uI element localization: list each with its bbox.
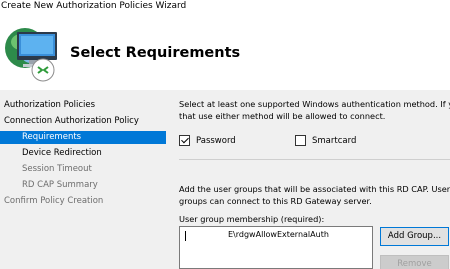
sidebar-item-rd-cap-summary: RD CAP Summary xyxy=(22,180,98,190)
add-group-button[interactable]: Add Group... xyxy=(380,227,449,246)
password-label: Password xyxy=(196,135,236,146)
sidebar-item-connection-authorization-policy[interactable]: Connection Authorization Policy xyxy=(4,115,139,128)
auth-instructions-line-2: that use either method will be allowed t… xyxy=(179,111,386,121)
sidebar-item-device-redirection[interactable]: Device Redirection xyxy=(22,147,102,160)
user-group-list[interactable]: E\rdgwAllowExternalAuth xyxy=(179,226,373,269)
groups-instructions-line-1: Add the user groups that will be associa… xyxy=(179,184,450,194)
auth-instructions-line-1: Select at least one supported Windows au… xyxy=(179,99,450,109)
wizard-header: Select Requirements xyxy=(0,18,450,90)
password-checkbox-box[interactable] xyxy=(179,135,190,146)
text-cursor xyxy=(185,231,186,241)
user-groups-instructions: Add the user groups that will be associa… xyxy=(179,183,450,207)
password-checkbox[interactable]: Password xyxy=(179,135,236,146)
network-computer-icon xyxy=(5,28,57,82)
smartcard-label: Smartcard xyxy=(312,135,357,146)
sidebar-item-session-timeout: Session Timeout xyxy=(22,164,92,174)
smartcard-checkbox[interactable]: Smartcard xyxy=(295,135,356,146)
wizard-steps-sidebar: Authorization Policies Connection Author… xyxy=(0,90,166,269)
page-title: Select Requirements xyxy=(70,45,241,61)
groups-instructions-line-2: groups can connect to this RD Gateway se… xyxy=(179,196,372,206)
requirements-panel: Select at least one supported Windows au… xyxy=(166,90,450,269)
group-name: E\rdgwAllowExternalAuth xyxy=(228,230,329,239)
sidebar-item-requirements[interactable]: Requirements xyxy=(0,131,166,144)
remove-button[interactable]: Remove xyxy=(380,255,449,269)
sidebar-item-confirm-policy-creation: Confirm Policy Creation xyxy=(4,196,104,206)
auth-method-instructions: Select at least one supported Windows au… xyxy=(179,98,450,122)
sidebar-item-authorization-policies[interactable]: Authorization Policies xyxy=(4,99,95,112)
list-item[interactable]: E\rdgwAllowExternalAuth xyxy=(182,230,370,241)
smartcard-checkbox-box[interactable] xyxy=(295,135,306,146)
section-divider xyxy=(179,159,450,160)
title-bar: Create New Authorization Policies Wizard xyxy=(0,0,450,18)
window-title: Create New Authorization Policies Wizard xyxy=(1,1,187,11)
membership-label: User group membership (required): xyxy=(179,214,325,224)
